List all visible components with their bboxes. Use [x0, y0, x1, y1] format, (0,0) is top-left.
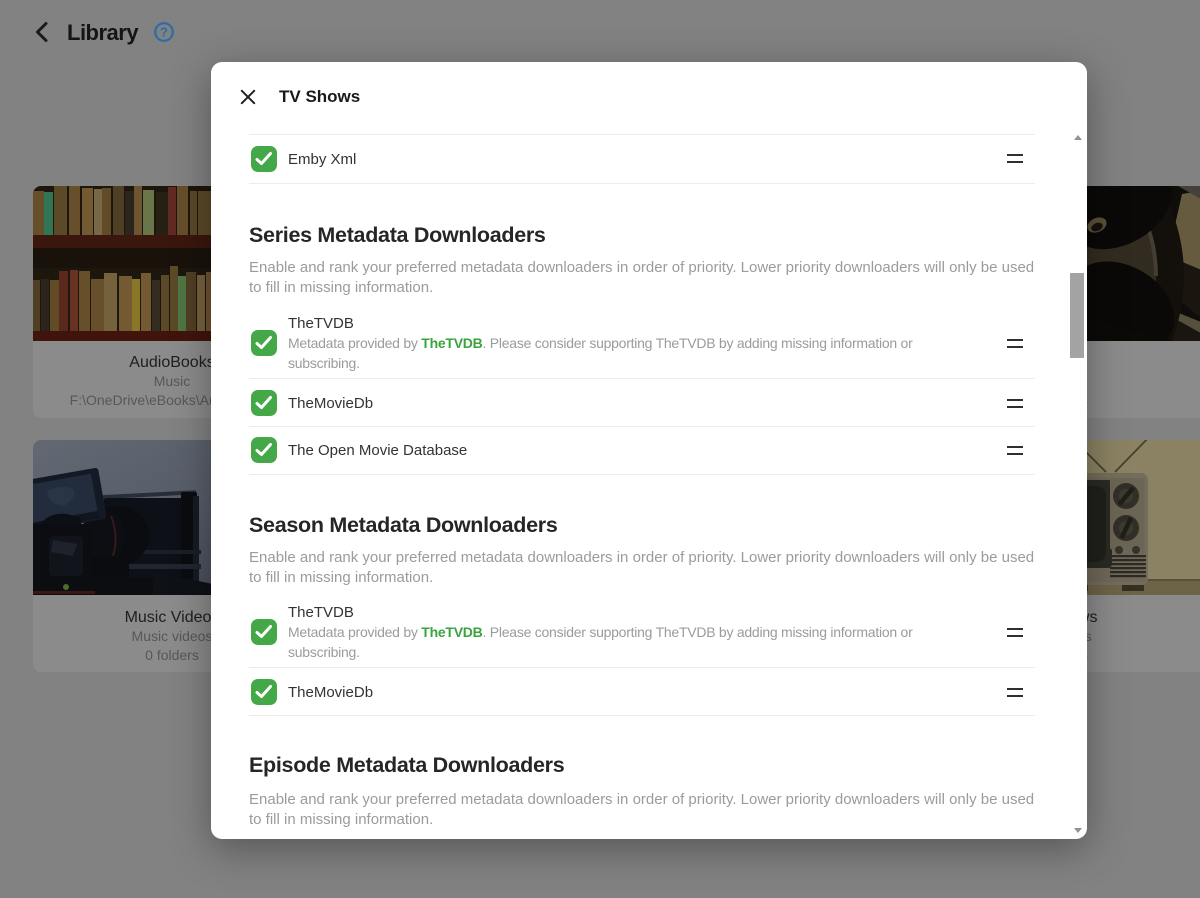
- svg-text:?: ?: [160, 25, 168, 40]
